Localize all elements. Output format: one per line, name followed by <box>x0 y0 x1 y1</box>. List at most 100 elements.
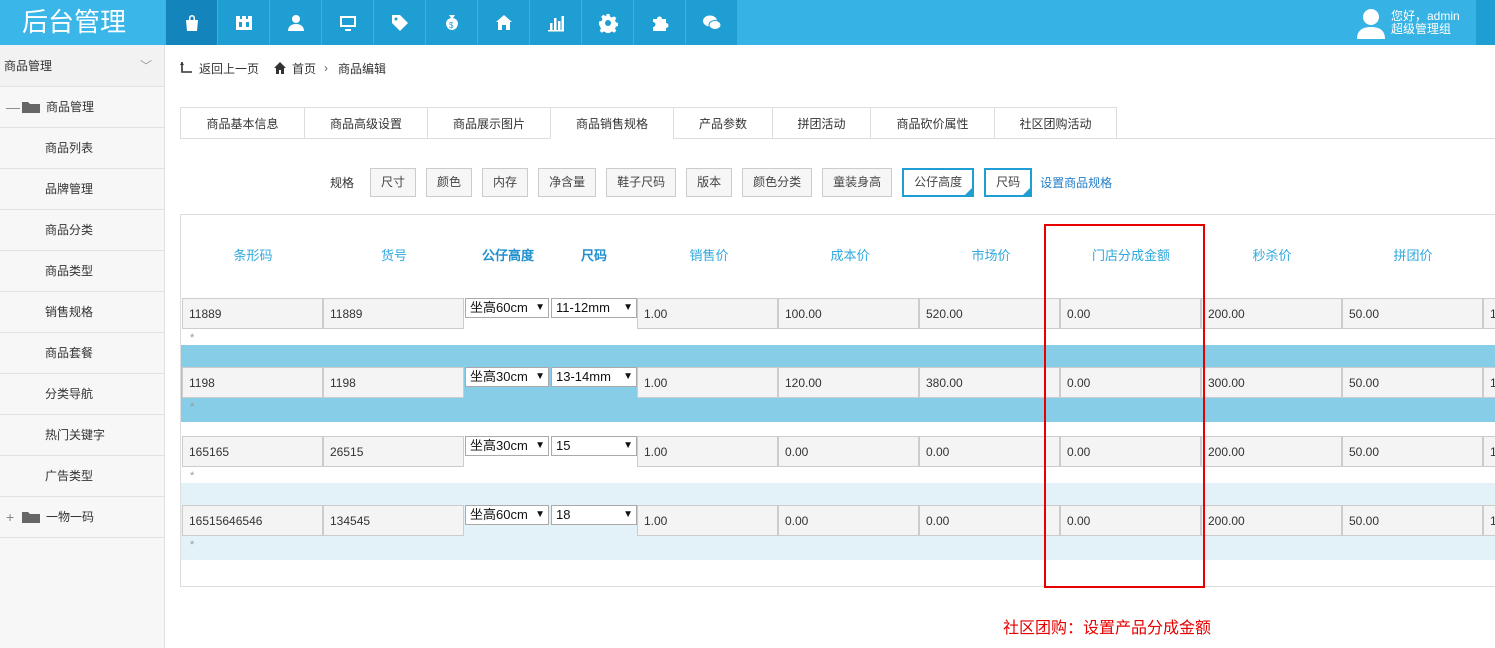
tab-basic[interactable]: 商品基本信息 <box>180 107 304 139</box>
home-link[interactable]: 首页 <box>292 60 316 77</box>
sidebar-item[interactable]: 分类导航 <box>0 374 164 415</box>
moneybag-icon[interactable]: $ <box>426 0 477 45</box>
folder-icon <box>22 102 40 113</box>
annotation-note: 社区团购：设置产品分成金额 <box>1003 620 1212 637</box>
market-price-input[interactable]: 0.00 <box>919 436 1060 467</box>
sidebar-item[interactable]: 商品套餐 <box>0 333 164 374</box>
size-select-value: 18 <box>556 507 571 522</box>
market-price-input[interactable]: 380.00 <box>919 367 1060 398</box>
seckill-price-input[interactable]: 200.00 <box>1201 298 1342 329</box>
cost-input[interactable]: 100.00 <box>778 298 919 329</box>
barcode-input[interactable]: 1198 <box>182 367 323 398</box>
user-info[interactable]: 您好，admin 超级管理组 <box>1356 7 1460 39</box>
price-input[interactable]: 1.00 <box>637 367 778 398</box>
bar-chart-icon[interactable] <box>530 0 581 45</box>
tab-advanced[interactable]: 商品高级设置 <box>304 107 427 139</box>
height-select-value: 坐高60cm <box>470 300 528 315</box>
size-select[interactable]: 18 ▼ <box>551 505 637 525</box>
seckill-price-input[interactable]: 300.00 <box>1201 367 1342 398</box>
sidebar-header[interactable]: 商品管理 ﹀ <box>0 45 164 87</box>
cost-input[interactable]: 0.00 <box>778 505 919 536</box>
group-price-input[interactable]: 50.00 <box>1342 367 1483 398</box>
height-select[interactable]: 坐高60cm ▼ <box>465 298 549 318</box>
back-link[interactable]: 返回上一页 <box>199 60 259 77</box>
market-price-input[interactable]: 0.00 <box>919 505 1060 536</box>
seckill-price-input[interactable]: 200.00 <box>1201 505 1342 536</box>
sidebar-item[interactable]: 品牌管理 <box>0 169 164 210</box>
spec-button[interactable]: 净含量 <box>538 168 597 197</box>
row-marker: * <box>190 401 195 413</box>
chevron-down-icon: ﹀ <box>139 59 152 73</box>
chat-icon[interactable] <box>686 0 737 45</box>
tab-community[interactable]: 社区团购活动 <box>994 107 1117 139</box>
market-price-input[interactable]: 520.00 <box>919 298 1060 329</box>
home-icon[interactable] <box>478 0 529 45</box>
price-input[interactable]: 1.00 <box>637 505 778 536</box>
price-input[interactable]: 1.00 <box>637 298 778 329</box>
sku-input[interactable]: 26515 <box>323 436 464 467</box>
spec-button[interactable]: 尺寸 <box>370 168 417 197</box>
sku-input[interactable]: 1198 <box>323 367 464 398</box>
tag-icon[interactable] <box>374 0 425 45</box>
size-select[interactable]: 11-12mm ▼ <box>551 298 637 318</box>
grid-icon[interactable] <box>218 0 269 45</box>
bag-icon[interactable] <box>166 0 217 45</box>
user-icon[interactable] <box>270 0 321 45</box>
tab-params[interactable]: 产品参数 <box>673 107 772 139</box>
cost-input[interactable]: 0.00 <box>778 436 919 467</box>
tab-group-buy[interactable]: 拼团活动 <box>772 107 870 139</box>
barcode-input[interactable]: 11889 <box>182 298 323 329</box>
seckill-price-input[interactable]: 200.00 <box>1201 436 1342 467</box>
sidebar-item[interactable]: 商品列表 <box>0 128 164 169</box>
sku-input[interactable]: 11889 <box>323 298 464 329</box>
height-select[interactable]: 坐高30cm ▼ <box>465 367 549 387</box>
gear-icon[interactable] <box>582 0 633 45</box>
group-price-input[interactable]: 50.00 <box>1342 298 1483 329</box>
size-select-value: 13-14mm <box>556 369 611 384</box>
table-row: 16515646546 134545 1.00 0.00 0.00 0.00 200.00 5… <box>181 491 1495 560</box>
spec-button-selected[interactable]: 公仔高度 <box>902 168 975 197</box>
barcode-input[interactable]: 16515646546 <box>182 505 323 536</box>
sidebar-item[interactable]: 商品分类 <box>0 210 164 251</box>
spec-button[interactable]: 颜色 <box>426 168 473 197</box>
spec-button[interactable]: 版本 <box>686 168 733 197</box>
tab-bargain[interactable]: 商品砍价属性 <box>870 107 994 139</box>
group-price-input[interactable]: 50.00 <box>1342 505 1483 536</box>
sidebar: 商品管理 ﹀ — 商品管理 商品列表 品牌管理 商品分类 商品类型 销售规格 商… <box>0 45 165 648</box>
dropdown-arrow-icon: ▼ <box>535 371 545 382</box>
barcode-input[interactable]: 165165 <box>182 436 323 467</box>
sidebar-item[interactable]: 销售规格 <box>0 292 164 333</box>
tab-sales-spec[interactable]: 商品销售规格 <box>550 107 673 139</box>
extra-input[interactable]: 1 <box>1483 298 1495 329</box>
price-input[interactable]: 1.00 <box>637 436 778 467</box>
spec-button[interactable]: 鞋子尺码 <box>606 168 677 197</box>
cost-input[interactable]: 120.00 <box>778 367 919 398</box>
header-edge-button[interactable] <box>1476 0 1495 45</box>
col-size: 尺码 <box>580 248 607 263</box>
set-spec-link[interactable]: 设置商品规格 <box>1040 174 1112 191</box>
size-select[interactable]: 15 ▼ <box>551 436 637 456</box>
spec-button[interactable]: 童装身高 <box>822 168 893 197</box>
spec-button-selected[interactable]: 尺码 <box>984 168 1033 197</box>
sidebar-group-code[interactable]: + 一物一码 <box>0 497 164 538</box>
sidebar-group-goods[interactable]: — 商品管理 <box>0 87 164 128</box>
sidebar-item[interactable]: 热门关键字 <box>0 415 164 456</box>
height-select[interactable]: 坐高60cm ▼ <box>465 505 549 525</box>
group-price-input[interactable]: 50.00 <box>1342 436 1483 467</box>
spec-button[interactable]: 颜色分类 <box>742 168 813 197</box>
spec-button[interactable]: 内存 <box>482 168 529 197</box>
puzzle-icon[interactable] <box>634 0 685 45</box>
sidebar-item[interactable]: 商品类型 <box>0 251 164 292</box>
col-seckill: 秒杀价 <box>1252 248 1292 263</box>
height-select[interactable]: 坐高30cm ▼ <box>465 436 549 456</box>
sidebar-item[interactable]: 广告类型 <box>0 456 164 497</box>
extra-input[interactable]: 1 <box>1483 505 1495 536</box>
size-select[interactable]: 13-14mm ▼ <box>551 367 637 387</box>
extra-input[interactable]: 1 <box>1483 367 1495 398</box>
spec-label: 规格 <box>330 176 355 190</box>
monitor-icon[interactable] <box>322 0 373 45</box>
sku-input[interactable]: 134545 <box>323 505 464 536</box>
tab-images[interactable]: 商品展示图片 <box>427 107 550 139</box>
svg-text:$: $ <box>449 21 454 30</box>
extra-input[interactable]: 1 <box>1483 436 1495 467</box>
